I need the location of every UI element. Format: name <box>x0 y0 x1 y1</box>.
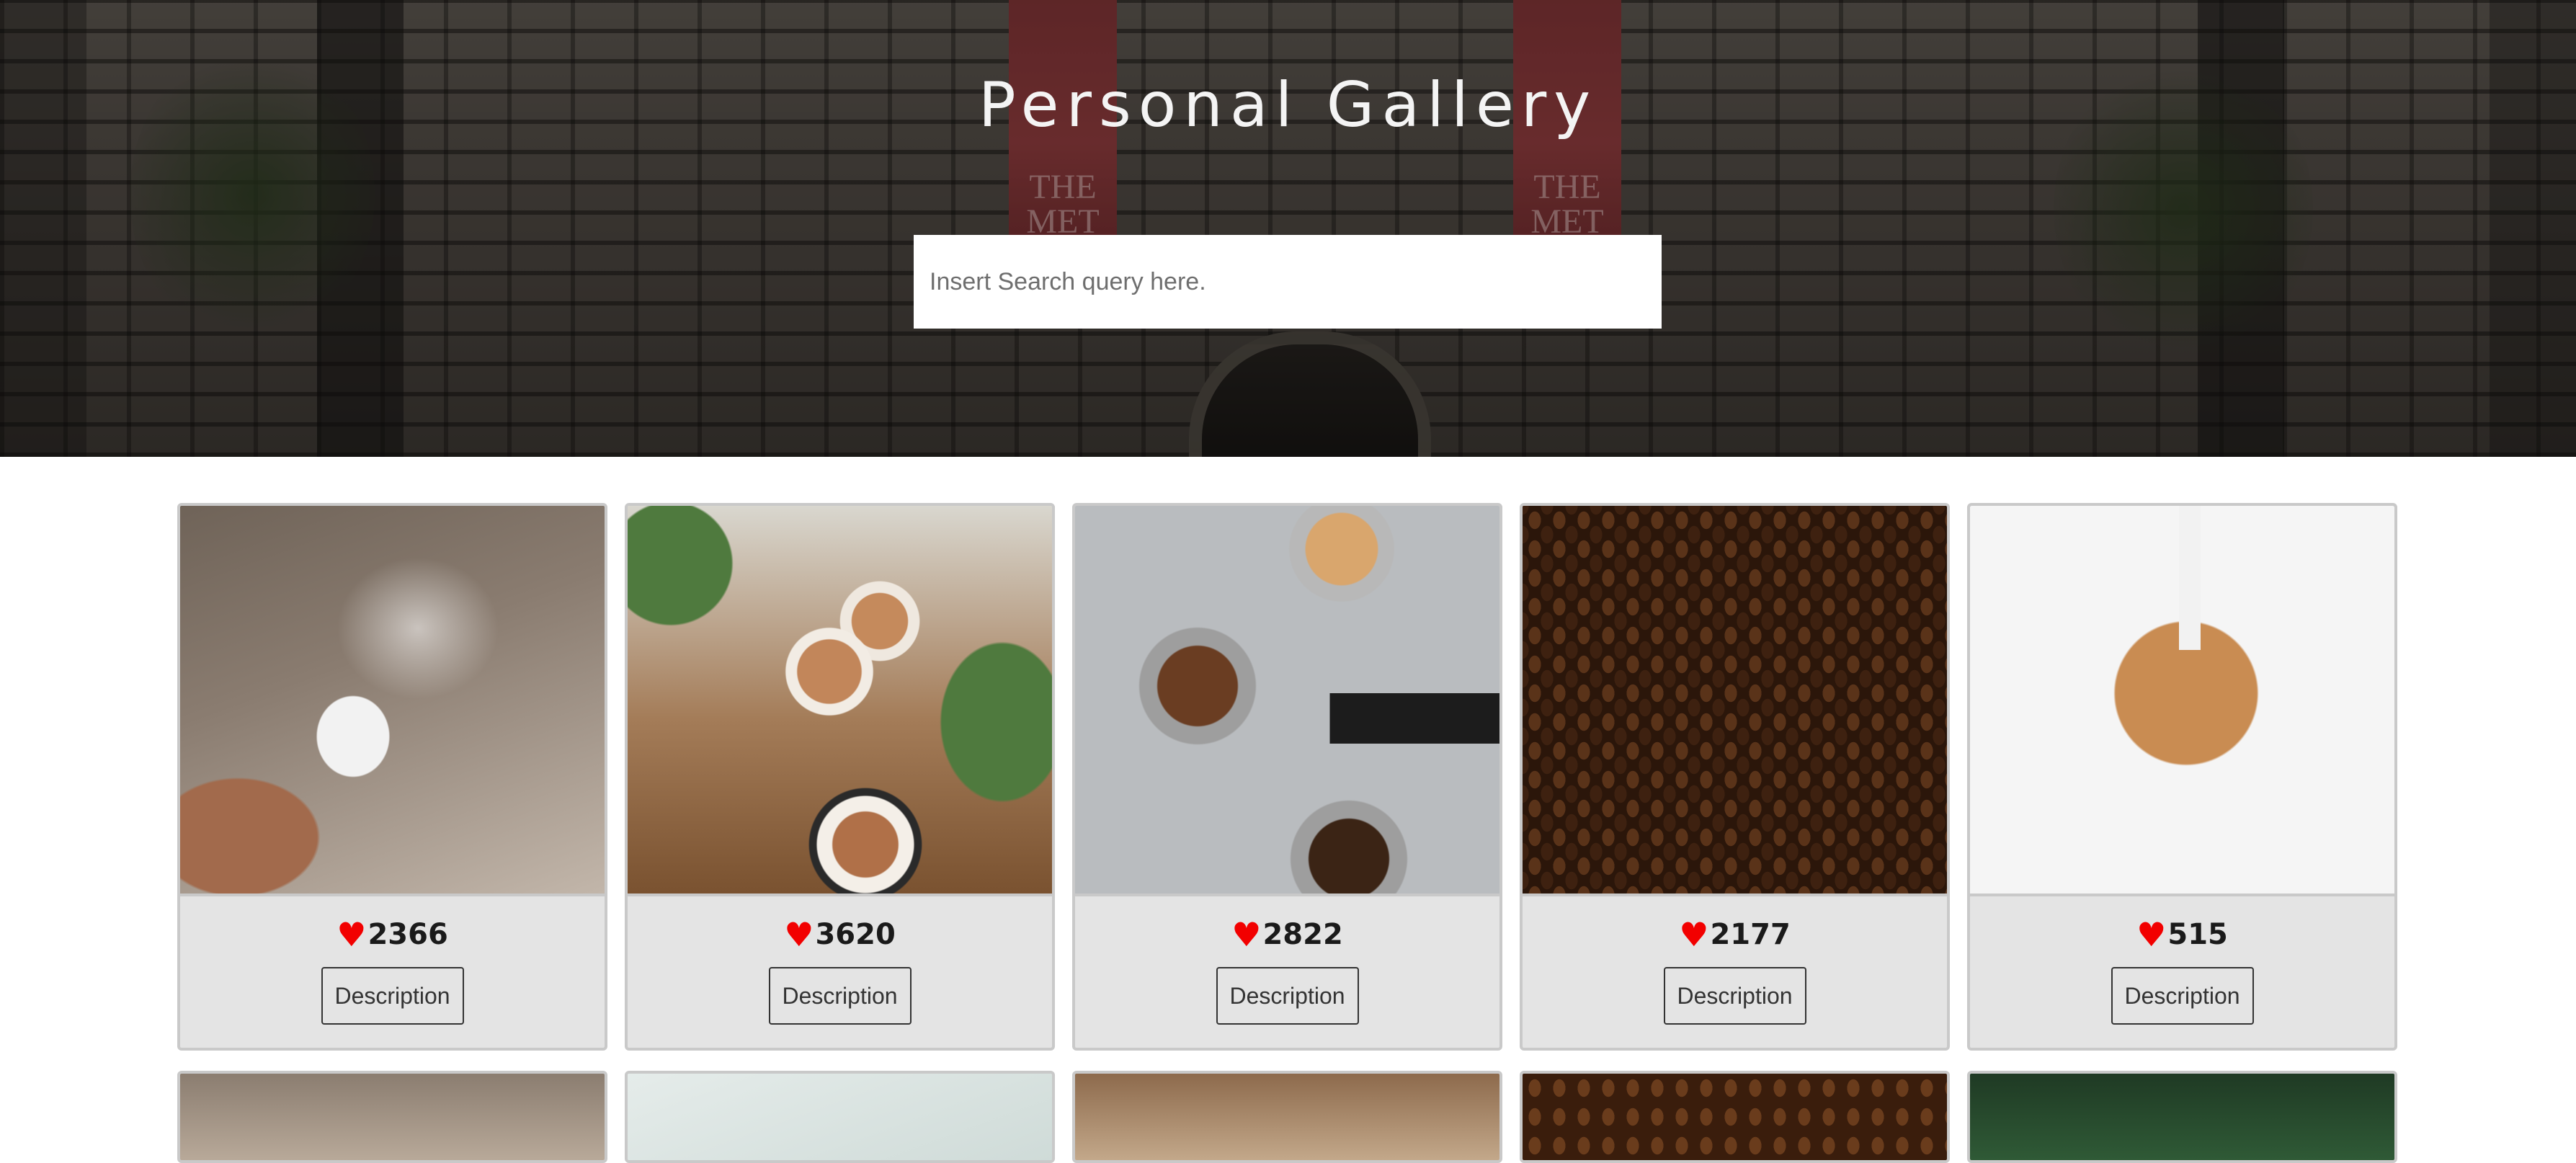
gallery-card <box>1967 1071 2397 1163</box>
gallery-card <box>1072 1071 1502 1163</box>
description-button[interactable]: Description <box>321 967 464 1025</box>
gallery-card: ♥ 2366 Description <box>177 503 607 1051</box>
gallery-card <box>177 1071 607 1163</box>
card-photo[interactable] <box>180 506 605 894</box>
gallery-card: ♥ 2822 Description <box>1072 503 1502 1051</box>
page-title: Personal Gallery <box>978 69 1598 141</box>
card-photo[interactable] <box>628 1074 1052 1160</box>
card-photo[interactable] <box>1075 1074 1499 1160</box>
like-count: 2177 <box>1710 918 1791 951</box>
like-count: 515 <box>2167 918 2228 951</box>
like-counter[interactable]: ♥ 2366 <box>337 918 448 951</box>
heart-icon[interactable]: ♥ <box>1679 918 1708 951</box>
card-photo[interactable] <box>1970 506 2394 894</box>
card-photo[interactable] <box>1523 506 1947 894</box>
heart-icon[interactable]: ♥ <box>337 918 366 951</box>
heart-icon[interactable]: ♥ <box>2136 918 2166 951</box>
card-footer: ♥ 515 Description <box>1970 894 2394 1048</box>
description-button[interactable]: Description <box>768 967 912 1025</box>
card-footer: ♥ 2366 Description <box>180 894 605 1048</box>
gallery-card: ♥ 2177 Description <box>1520 503 1950 1051</box>
description-button[interactable]: Description <box>1216 967 1359 1025</box>
card-photo[interactable] <box>1075 506 1499 894</box>
like-count: 2366 <box>367 918 448 951</box>
card-photo[interactable] <box>628 506 1052 894</box>
like-counter[interactable]: ♥ 2177 <box>1679 918 1791 951</box>
card-photo[interactable] <box>1970 1074 2394 1160</box>
like-count: 2822 <box>1262 918 1343 951</box>
card-footer: ♥ 3620 Description <box>628 894 1052 1048</box>
search-input[interactable] <box>914 235 1662 329</box>
card-footer: ♥ 2177 Description <box>1523 894 1947 1048</box>
description-button[interactable]: Description <box>2111 967 2254 1025</box>
gallery-grid: ♥ 2366 Description ♥ 3620 Description ♥ … <box>177 503 2398 1163</box>
gallery-card <box>625 1071 1055 1163</box>
like-counter[interactable]: ♥ 515 <box>2136 918 2228 951</box>
description-button[interactable]: Description <box>1663 967 1806 1025</box>
heart-icon[interactable]: ♥ <box>784 918 814 951</box>
card-photo[interactable] <box>1523 1074 1947 1160</box>
like-counter[interactable]: ♥ 2822 <box>1231 918 1343 951</box>
gallery-card <box>1520 1071 1950 1163</box>
like-counter[interactable]: ♥ 3620 <box>784 918 896 951</box>
hero-header: THE MET THE MET Personal Gallery <box>0 0 2576 457</box>
gallery-card: ♥ 3620 Description <box>625 503 1055 1051</box>
card-footer: ♥ 2822 Description <box>1075 894 1499 1048</box>
card-photo[interactable] <box>180 1074 605 1160</box>
like-count: 3620 <box>815 918 896 951</box>
gallery-card: ♥ 515 Description <box>1967 503 2397 1051</box>
heart-icon[interactable]: ♥ <box>1231 918 1261 951</box>
